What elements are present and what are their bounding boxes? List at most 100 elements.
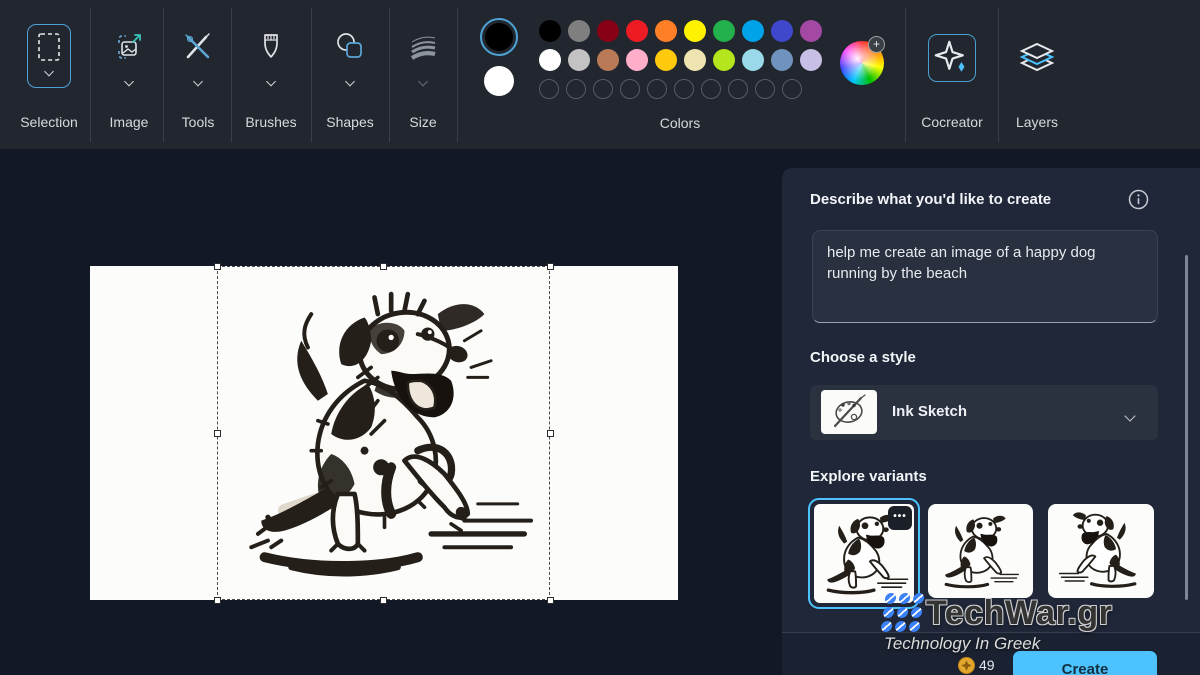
- selection-handle-bottom-right[interactable]: [547, 597, 554, 604]
- prompt-input[interactable]: help me create an image of a happy dog r…: [812, 230, 1158, 323]
- selection-marquee[interactable]: [217, 266, 550, 600]
- selection-handle-top-right[interactable]: [547, 263, 554, 270]
- tools-icon: [181, 30, 215, 64]
- size-icon: [406, 30, 440, 64]
- selection-handle-mid-left[interactable]: [214, 430, 221, 437]
- style-heading: Choose a style: [810, 349, 916, 366]
- toolbar-separator: [231, 8, 232, 142]
- drawing-canvas[interactable]: [90, 266, 678, 600]
- tools-label: Tools: [182, 114, 215, 130]
- generated-dog-sketch: [218, 267, 551, 601]
- create-button[interactable]: Create: [1013, 651, 1157, 675]
- empty-color-slot[interactable]: [593, 79, 613, 99]
- palette-row-1: [539, 20, 822, 42]
- color-swatch[interactable]: [713, 20, 735, 42]
- empty-color-slot[interactable]: [728, 79, 748, 99]
- variant-thumbnail-3[interactable]: [1048, 504, 1154, 598]
- color-swatch[interactable]: [742, 49, 764, 71]
- toolbar-separator: [457, 8, 458, 142]
- color-swatch[interactable]: [568, 20, 590, 42]
- color-swatch[interactable]: [568, 49, 590, 71]
- style-thumbnail: [821, 390, 877, 434]
- color-swatch[interactable]: [626, 49, 648, 71]
- brushes-icon: [254, 30, 288, 64]
- describe-heading: Describe what you'd like to create: [810, 191, 1051, 208]
- color-swatch[interactable]: [713, 49, 735, 71]
- cocreator-button[interactable]: [928, 34, 976, 82]
- variants-heading: Explore variants: [810, 468, 927, 485]
- color-swatch[interactable]: [771, 49, 793, 71]
- color-swatch[interactable]: [626, 20, 648, 42]
- color-swatch[interactable]: [800, 20, 822, 42]
- toolbar-separator: [389, 8, 390, 142]
- color-swatch[interactable]: [800, 49, 822, 71]
- color-swatch[interactable]: [539, 20, 561, 42]
- toolbar-separator: [311, 8, 312, 142]
- tools-tool[interactable]: Tools: [168, 0, 228, 150]
- cocreator-sparkle-icon: [929, 35, 975, 81]
- color-swatch[interactable]: [597, 49, 619, 71]
- color-swatch[interactable]: [684, 49, 706, 71]
- selection-handle-bottom-left[interactable]: [214, 597, 221, 604]
- image-icon: [112, 30, 146, 64]
- brushes-dropdown-chevron[interactable]: [268, 72, 275, 90]
- empty-color-slot[interactable]: [566, 79, 586, 99]
- primary-color-swatch[interactable]: [485, 23, 513, 51]
- credits-count: 49: [979, 657, 995, 673]
- size-dropdown-chevron[interactable]: [420, 72, 427, 90]
- color-swatch[interactable]: [539, 49, 561, 71]
- selection-handle-bottom-center[interactable]: [380, 597, 387, 604]
- add-color-icon[interactable]: +: [868, 36, 885, 53]
- paint-app-window: Selection Image: [0, 0, 1200, 675]
- ink-sketch-style-art: [821, 390, 877, 434]
- empty-color-slot[interactable]: [539, 79, 559, 99]
- panel-scrollbar[interactable]: [1185, 255, 1188, 600]
- layers-button[interactable]: [1016, 40, 1058, 80]
- selection-handle-top-center[interactable]: [380, 263, 387, 270]
- variant-more-options-button[interactable]: •••: [888, 506, 912, 530]
- selection-tool[interactable]: Selection: [18, 0, 80, 150]
- style-selected-value: Ink Sketch: [892, 403, 967, 420]
- selection-dropdown-chevron[interactable]: [46, 62, 53, 80]
- brushes-label: Brushes: [245, 114, 296, 130]
- shapes-dropdown-chevron[interactable]: [347, 72, 354, 90]
- shapes-label: Shapes: [326, 114, 373, 130]
- toolbar-separator: [90, 8, 91, 142]
- empty-color-slot[interactable]: [620, 79, 640, 99]
- color-swatch[interactable]: [742, 20, 764, 42]
- top-toolbar: Selection Image: [0, 0, 1200, 150]
- size-label: Size: [409, 114, 436, 130]
- shapes-tool[interactable]: Shapes: [320, 0, 380, 150]
- color-swatch[interactable]: [655, 49, 677, 71]
- color-swatch[interactable]: [597, 20, 619, 42]
- size-tool[interactable]: Size: [396, 0, 450, 150]
- image-tool[interactable]: Image: [98, 0, 160, 150]
- shapes-icon: [333, 30, 367, 64]
- layers-icon: [1016, 40, 1058, 80]
- style-dropdown-chevron: [1126, 407, 1134, 425]
- info-icon[interactable]: [1128, 189, 1149, 210]
- selection-handle-mid-right[interactable]: [547, 430, 554, 437]
- image-dropdown-chevron[interactable]: [126, 72, 133, 90]
- empty-color-slot[interactable]: [755, 79, 775, 99]
- secondary-color-swatch[interactable]: [484, 66, 514, 96]
- tools-dropdown-chevron[interactable]: [195, 72, 202, 90]
- variant-thumbnail-2[interactable]: [928, 504, 1033, 598]
- brushes-tool[interactable]: Brushes: [240, 0, 302, 150]
- color-swatch[interactable]: [655, 20, 677, 42]
- layers-label: Layers: [1007, 114, 1067, 130]
- watermark-subtitle: Technology In Greek: [884, 634, 1040, 654]
- palette-row-2: [539, 49, 822, 71]
- cocreator-label: Cocreator: [906, 114, 998, 130]
- style-dropdown[interactable]: Ink Sketch: [810, 385, 1158, 440]
- palette-row-empty: [539, 78, 802, 99]
- empty-color-slot[interactable]: [647, 79, 667, 99]
- empty-color-slot[interactable]: [701, 79, 721, 99]
- empty-color-slot[interactable]: [674, 79, 694, 99]
- color-swatch[interactable]: [684, 20, 706, 42]
- selection-handle-top-left[interactable]: [214, 263, 221, 270]
- empty-color-slot[interactable]: [782, 79, 802, 99]
- color-swatch[interactable]: [771, 20, 793, 42]
- colors-section-label: Colors: [460, 115, 900, 131]
- selection-active-box[interactable]: [27, 24, 71, 88]
